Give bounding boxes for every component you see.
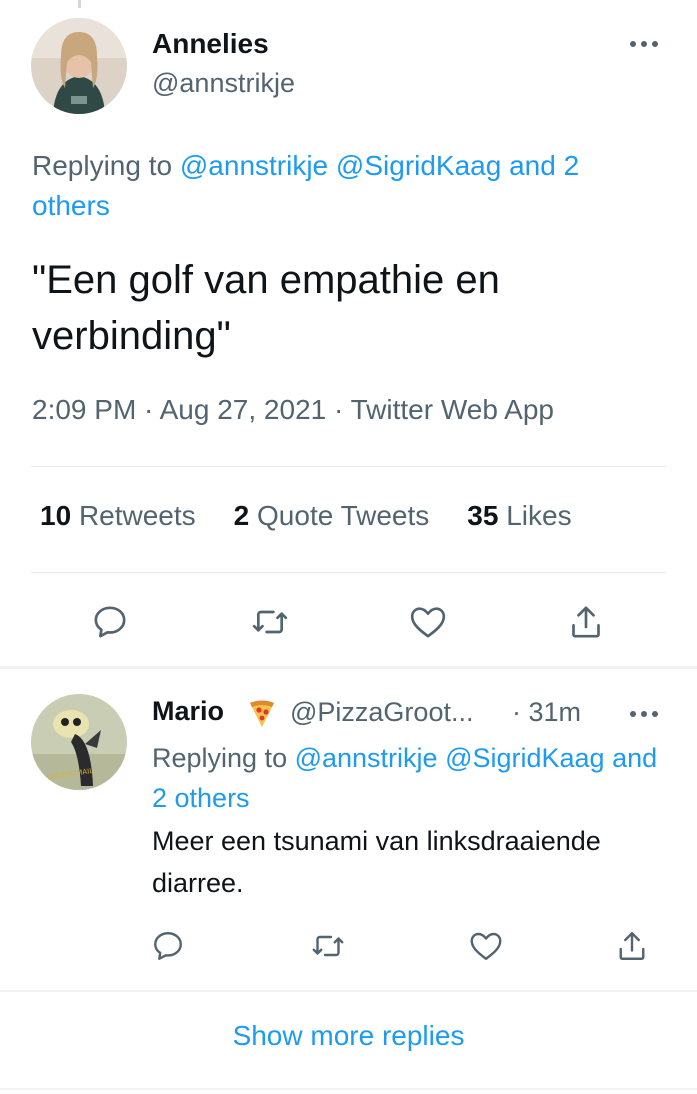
retweet-icon[interactable]: [248, 600, 292, 644]
show-more-replies-button[interactable]: Show more replies: [0, 1020, 697, 1052]
reply-text: Meer een tsunami van linksdraaiende diar…: [152, 826, 601, 898]
quote-tweets-stat[interactable]: 2 Quote Tweets: [234, 500, 430, 532]
divider: [31, 572, 666, 573]
replying-to-prefix: Replying to: [152, 743, 295, 773]
share-icon[interactable]: [612, 926, 652, 966]
quote-tweets-count: 2: [233, 500, 250, 531]
reply-replying-to: Replying to @annstrikje @SigridKaag and …: [152, 738, 672, 818]
tweet-date[interactable]: Aug 27, 2021: [160, 394, 327, 425]
reply-author-handle[interactable]: @PizzaGroot...: [290, 697, 473, 728]
tweet-stats: 10 Retweets 2 Quote Tweets 35 Likes: [40, 500, 610, 532]
reply-author-name[interactable]: Mario: [152, 696, 224, 727]
share-icon[interactable]: [564, 600, 608, 644]
meta-separator: ·: [136, 394, 160, 425]
reply-actions: [0, 926, 697, 966]
author-name[interactable]: Annelies: [152, 28, 269, 60]
retweet-icon[interactable]: [308, 926, 348, 966]
section-divider: [0, 666, 697, 669]
section-divider: [0, 990, 697, 992]
tweet-text: "Een golf van empathie en verbinding": [32, 258, 500, 358]
replying-to: Replying to @annstrikje @SigridKaag and …: [32, 146, 662, 226]
like-icon[interactable]: [406, 600, 450, 644]
divider: [31, 466, 666, 467]
retweets-label: Retweets: [78, 500, 196, 531]
tweet-source[interactable]: Twitter Web App: [351, 394, 554, 425]
mention-link[interactable]: @annstrikje: [180, 150, 328, 181]
thread-line: [78, 0, 81, 8]
tweet-time[interactable]: 2:09 PM: [32, 394, 136, 425]
tweet-meta: 2:09 PM · Aug 27, 2021 · Twitter Web App: [32, 394, 554, 426]
mention-link[interactable]: @annstrikje: [295, 743, 438, 773]
likes-count: 35: [467, 500, 499, 531]
reply-more-options-icon[interactable]: [624, 700, 664, 728]
retweets-count: 10: [40, 500, 72, 531]
quote-tweets-label: Quote Tweets: [257, 500, 430, 531]
replying-to-prefix: Replying to: [32, 150, 180, 181]
reply-author-avatar[interactable]: #LOOTHOMAIL: [31, 694, 127, 790]
pizza-icon: [248, 698, 276, 728]
tweet-actions: [0, 600, 697, 644]
more-options-icon[interactable]: [624, 30, 664, 58]
reply-icon[interactable]: [88, 600, 132, 644]
retweets-stat[interactable]: 10 Retweets: [40, 500, 196, 532]
reply-time[interactable]: · 31m: [512, 697, 581, 728]
mention-link[interactable]: @SigridKaag: [445, 743, 605, 773]
likes-label: Likes: [506, 500, 572, 531]
reply-icon[interactable]: [148, 926, 188, 966]
section-divider: [0, 1088, 697, 1090]
meta-separator: ·: [326, 394, 351, 425]
mention-link[interactable]: @SigridKaag: [336, 150, 501, 181]
author-handle[interactable]: @annstrikje: [152, 68, 295, 99]
likes-stat[interactable]: 35 Likes: [467, 500, 571, 532]
author-avatar[interactable]: [31, 18, 127, 114]
like-icon[interactable]: [466, 926, 506, 966]
